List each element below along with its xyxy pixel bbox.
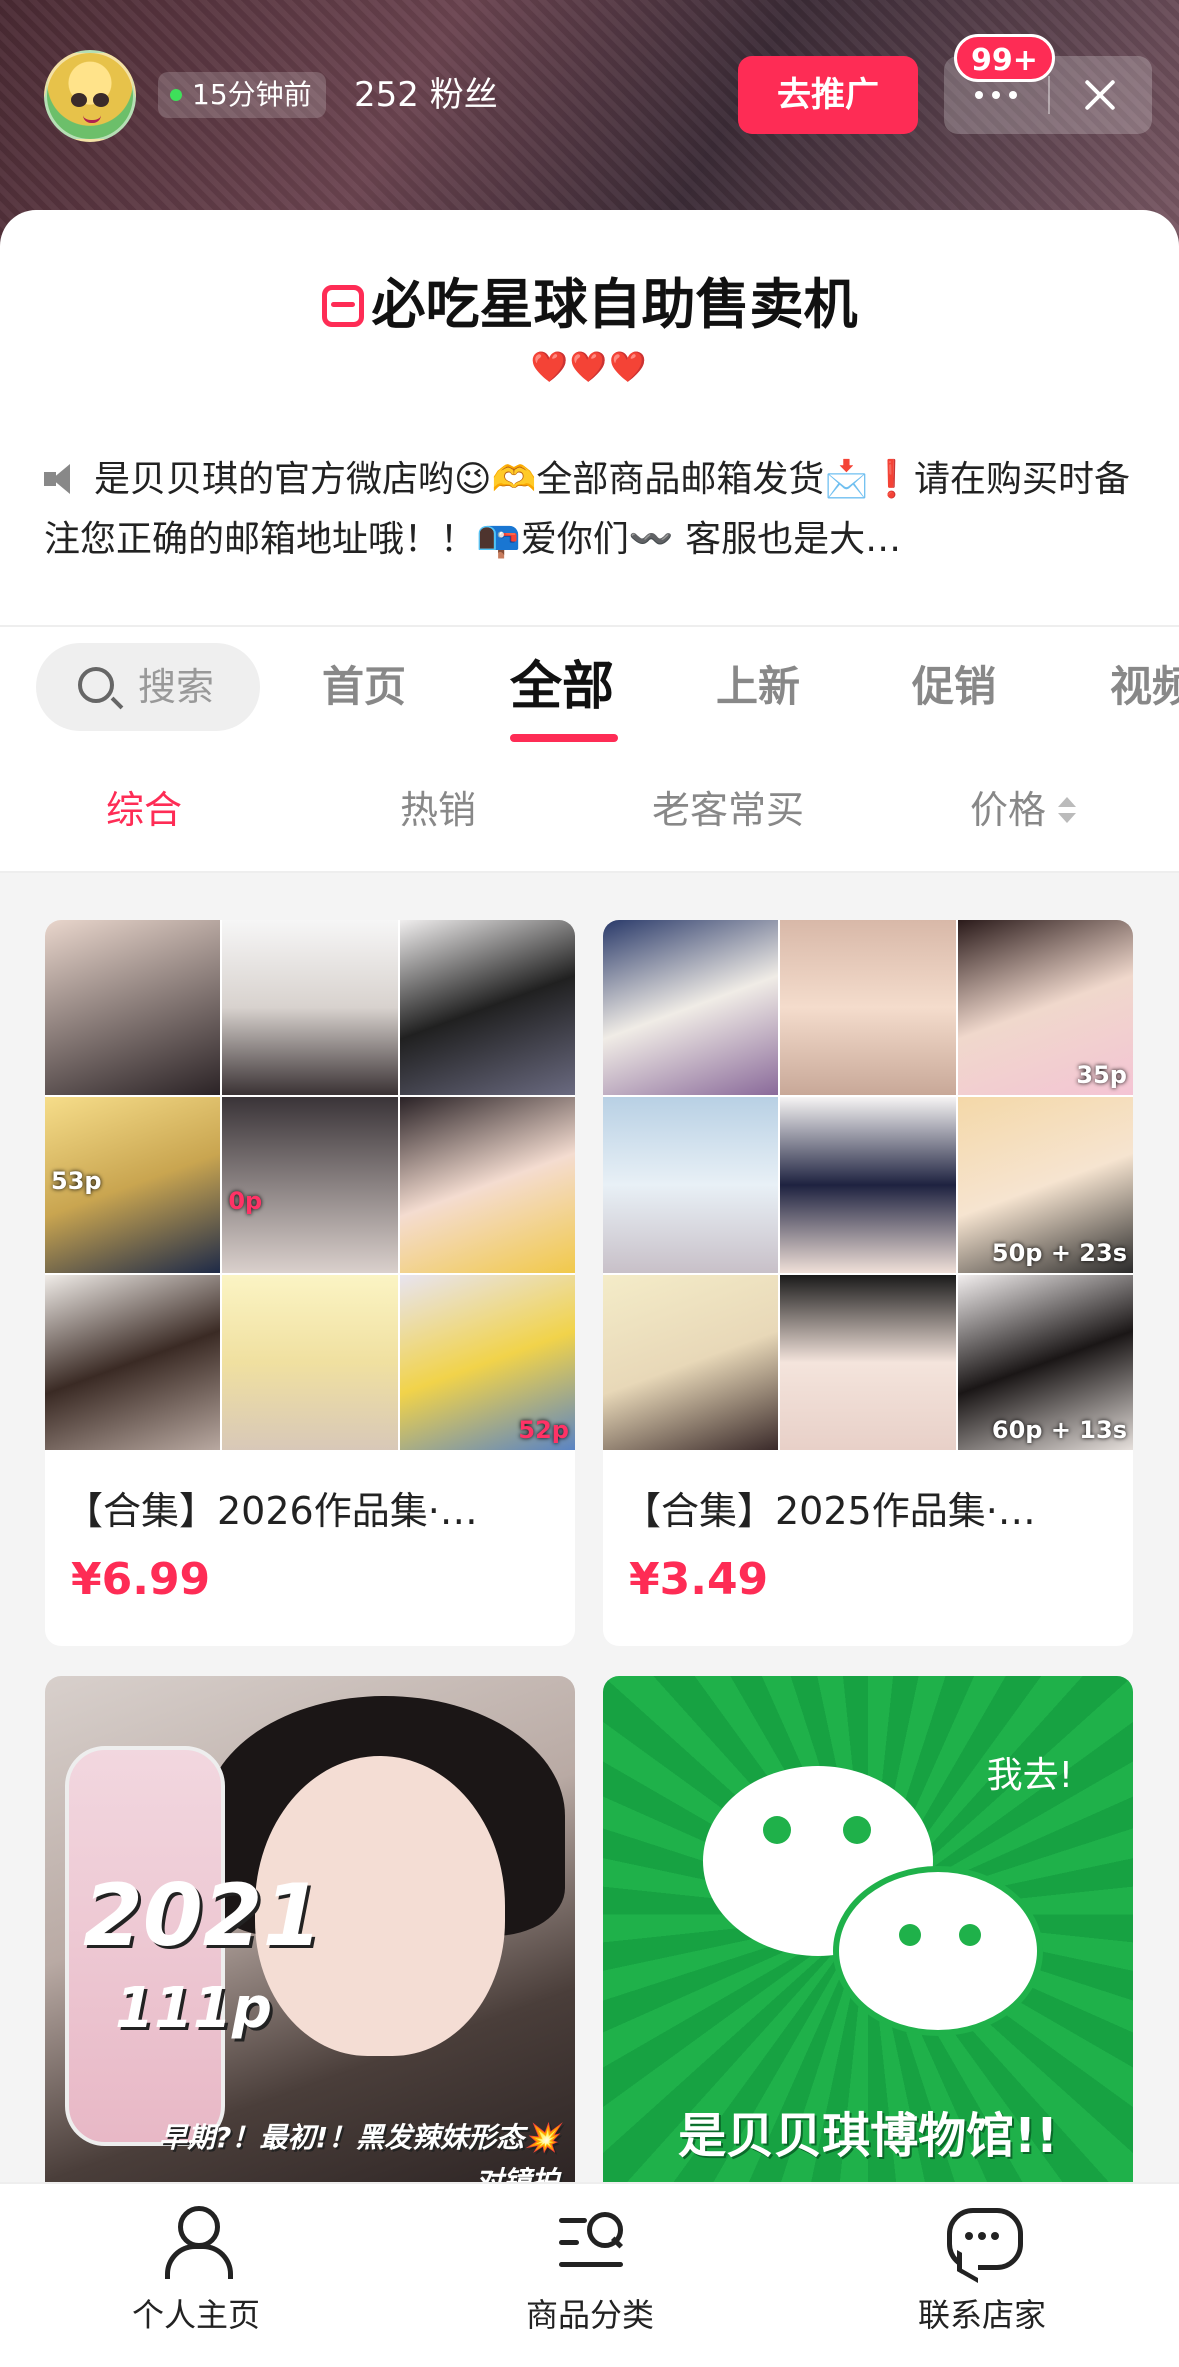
product-card[interactable]: 2021 111p 早期?！最初!！黑发辣妹形态💥对镜拍 [45, 1676, 575, 2206]
tab-home[interactable]: 首页 [322, 643, 406, 731]
product-image: 我去! 是贝贝琪博物馆!! [603, 1676, 1133, 2206]
bottom-nav: 个人主页 商品分类 联系店家 [0, 2182, 1179, 2367]
wechat-bubble-icon [833, 1866, 1043, 2036]
product-image: 35p 50p + 23s 60p + 13s [603, 920, 1133, 1450]
announcement-text: 是贝贝琪的官方微店哟😉🫶全部商品邮箱发货📩❗️请在购买时备注您正确的邮箱地址哦！… [44, 459, 1131, 560]
store-hearts: ❤️❤️❤️ [530, 350, 649, 385]
collage-photo [399, 1097, 575, 1273]
nav-contact-label: 联系店家 [917, 2296, 1046, 2334]
store-announcement[interactable]: 是贝贝琪的官方微店哟😉🫶全部商品邮箱发货📩❗️请在购买时备注您正确的邮箱地址哦！… [44, 450, 1134, 570]
shop-icon [321, 285, 364, 327]
store-info-card: 必吃星球自助售卖机 ❤️❤️❤️ 是贝贝琪的官方微店哟😉🫶全部商品邮箱发货📩❗️… [0, 210, 1179, 625]
collage-tag: 0p [228, 1187, 263, 1216]
collage-photo [45, 1274, 221, 1450]
online-status-text: 15分钟前 [192, 78, 312, 111]
product-price: ¥6.99 [71, 1554, 211, 1605]
sort-repeat-buyers[interactable]: 老客常买 [652, 780, 804, 840]
person-icon [159, 2204, 233, 2279]
chat-icon [945, 2204, 1023, 2278]
promote-button[interactable]: 去推广 [738, 56, 918, 134]
online-dot-icon [170, 89, 182, 101]
avatar-eye-right [93, 93, 109, 107]
product-price: ¥3.49 [629, 1554, 769, 1605]
collage-photo: 0p [222, 1097, 398, 1273]
photo-collage: 53p 0p 52p [45, 920, 575, 1450]
sort-bar: 综合 热销 老客常买 价格 [0, 750, 1179, 873]
store-name: 必吃星球自助售卖机 [371, 273, 858, 336]
collage-tag: 35p [1076, 1061, 1127, 1090]
product-title: 【合集】2025作品集·… [623, 1489, 1036, 1533]
product-card[interactable]: 35p 50p + 23s 60p + 13s 【合集】2025作品集·… ¥3… [603, 920, 1133, 1646]
collage-photo [222, 920, 398, 1096]
tab-bar: 搜索 首页 全部 上新 促销 视频 [0, 625, 1179, 750]
collage-tag: 50p + 23s [991, 1238, 1127, 1267]
active-tab-indicator [510, 734, 618, 742]
nav-categories[interactable]: 商品分类 [470, 2204, 710, 2336]
collage-photo [780, 1274, 956, 1450]
tab-video[interactable]: 视频 [1110, 643, 1179, 731]
sort-arrows-icon [1056, 795, 1077, 825]
tab-promotion[interactable]: 促销 [912, 643, 996, 731]
sort-price-label: 价格 [970, 788, 1047, 832]
store-title: 必吃星球自助售卖机 [0, 260, 1179, 339]
collage-tag: 52p [518, 1415, 569, 1444]
nav-profile-label: 个人主页 [131, 2296, 260, 2334]
collage-photo: 35p [957, 920, 1133, 1096]
search-label: 搜索 [138, 665, 215, 709]
image-bottom-text: 是贝贝琪博物馆!! [678, 2108, 1058, 2164]
collage-photo: 52p [399, 1274, 575, 1450]
avatar-eye-left [71, 93, 87, 107]
collage-photo: 53p [45, 1097, 221, 1273]
close-icon[interactable] [1048, 56, 1152, 134]
online-status: 15分钟前 [158, 72, 326, 118]
image-year-text: 2021 [83, 1866, 323, 1966]
image-top-text: 我去! [986, 1755, 1073, 1796]
product-image: 2021 111p 早期?！最初!！黑发辣妹形态💥对镜拍 [45, 1676, 575, 2206]
product-title: 【合集】2026作品集·… [65, 1489, 478, 1533]
collage-photo [399, 920, 575, 1096]
search-button[interactable]: 搜索 [36, 643, 260, 731]
collage-tag: 53p [51, 1167, 102, 1196]
collage-tag: 60p + 13s [991, 1415, 1127, 1444]
image-count-text: 111p [115, 1976, 272, 2041]
category-search-icon [553, 2204, 627, 2278]
nav-contact[interactable]: 联系店家 [862, 2204, 1102, 2336]
collage-photo [780, 1097, 956, 1273]
photo-collage: 35p 50p + 23s 60p + 13s [603, 920, 1133, 1450]
collage-photo [780, 920, 956, 1096]
collage-photo [45, 920, 221, 1096]
nav-categories-label: 商品分类 [525, 2296, 654, 2334]
collage-photo [603, 920, 779, 1096]
sort-comprehensive[interactable]: 综合 [106, 780, 182, 840]
sort-price[interactable]: 价格 [970, 780, 1077, 840]
collage-photo: 60p + 13s [957, 1274, 1133, 1450]
avatar[interactable] [44, 50, 136, 142]
collage-photo [222, 1274, 398, 1450]
product-image: 53p 0p 52p [45, 920, 575, 1450]
tab-all[interactable]: 全部 [510, 643, 614, 731]
search-icon [78, 667, 114, 703]
sort-hot[interactable]: 热销 [400, 780, 476, 840]
tab-new[interactable]: 上新 [716, 643, 800, 731]
notification-badge: 99+ [954, 34, 1055, 82]
collage-photo [603, 1097, 779, 1273]
speaker-icon [44, 464, 80, 494]
nav-profile[interactable]: 个人主页 [76, 2204, 316, 2336]
avatar-mouth [83, 115, 101, 123]
collage-photo [603, 1274, 779, 1450]
collage-photo: 50p + 23s [957, 1097, 1133, 1273]
product-card[interactable]: 我去! 是贝贝琪博物馆!! [603, 1676, 1133, 2206]
fans-count[interactable]: 252 粉丝 [354, 72, 498, 118]
product-card[interactable]: 53p 0p 52p 【合集】2026作品集·… ¥6.99 [45, 920, 575, 1646]
